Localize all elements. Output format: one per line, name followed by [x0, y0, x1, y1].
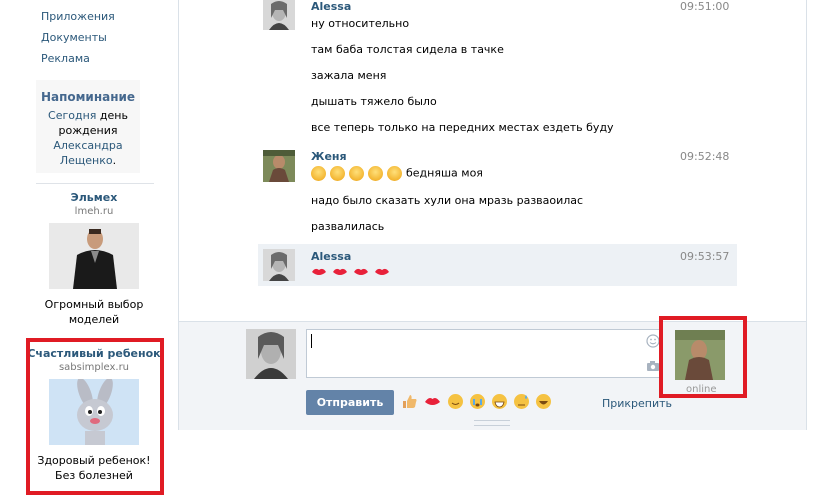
sad-emoji-icon: [387, 166, 402, 181]
sweat-icon[interactable]: [513, 393, 530, 410]
laugh-icon[interactable]: [535, 393, 552, 410]
message-author[interactable]: Alessa: [311, 250, 351, 263]
sad-emoji-icon: [349, 166, 364, 181]
kiss-icon[interactable]: [424, 393, 441, 410]
reminder-body: Сегодня день рождения Александра Лещенко…: [36, 108, 140, 168]
message-text: развалилась: [311, 220, 385, 233]
sad-emoji-icon: [368, 166, 383, 181]
menu-item-ads[interactable]: Реклама: [41, 52, 90, 65]
message-text: надо было сказать хули она мразь развaoи…: [311, 194, 584, 207]
message-text: ну относительно: [311, 17, 410, 30]
sad-emoji-icon: [330, 166, 345, 181]
red-annotation-box-peer: [659, 316, 747, 398]
emoji-picker-icon[interactable]: [646, 334, 660, 348]
message-emoji-line: бедняша моя: [311, 166, 483, 181]
avatar[interactable]: [263, 0, 295, 30]
send-button[interactable]: Отправить: [306, 390, 394, 415]
message-input[interactable]: [306, 329, 663, 378]
message-text: бедняша моя: [406, 166, 483, 180]
message-text: все теперь только на передних местах езд…: [311, 121, 614, 134]
cry-icon[interactable]: [469, 393, 486, 410]
red-annotation-box-ad: [26, 338, 164, 495]
reminder-end: .: [112, 154, 117, 167]
divider: [36, 183, 154, 184]
ad-text: Огромный выбор моделей: [44, 298, 144, 326]
menu-item-apps[interactable]: Приложения: [41, 10, 115, 23]
avatar[interactable]: [263, 249, 295, 281]
my-avatar[interactable]: [246, 329, 296, 379]
message-kiss-line: [311, 265, 393, 282]
ad-title[interactable]: Эльмех: [26, 191, 162, 204]
grin-icon[interactable]: [491, 393, 508, 410]
kiss-emoji-icons: [312, 268, 389, 275]
message-time: 09:53:57: [680, 250, 730, 263]
avatar[interactable]: [263, 150, 295, 182]
message-text: зажала меня: [311, 69, 387, 82]
menu-item-documents[interactable]: Документы: [41, 31, 107, 44]
thumbs-up-icon[interactable]: [401, 393, 418, 410]
ad-block-1[interactable]: Эльмех lmeh.ru Огромный выбор моделей: [26, 191, 162, 327]
reminder-title: Напоминание: [40, 90, 136, 104]
sad-emoji-icon: [311, 166, 326, 181]
message-author[interactable]: Женя: [311, 150, 347, 163]
message-time: 09:51:00: [680, 0, 730, 13]
camera-icon[interactable]: [646, 360, 660, 372]
man-in-leather-jacket-photo[interactable]: [49, 223, 139, 289]
message-text: там баба толстая сидела в тачке: [311, 43, 504, 56]
message-text: дышать тяжело было: [311, 95, 437, 108]
message-time: 09:52:48: [680, 150, 730, 163]
smile-icon[interactable]: [447, 393, 464, 410]
attach-link[interactable]: Прикрепить: [602, 397, 672, 410]
text-caret: [311, 334, 312, 348]
message-author[interactable]: Alessa: [311, 0, 351, 13]
birthday-reminder: Напоминание Сегодня день рождения Алекса…: [36, 80, 140, 173]
ad-domain: lmeh.ru: [74, 206, 114, 217]
reminder-today-link[interactable]: Сегодня: [48, 109, 96, 122]
resize-handle[interactable]: [474, 420, 510, 426]
